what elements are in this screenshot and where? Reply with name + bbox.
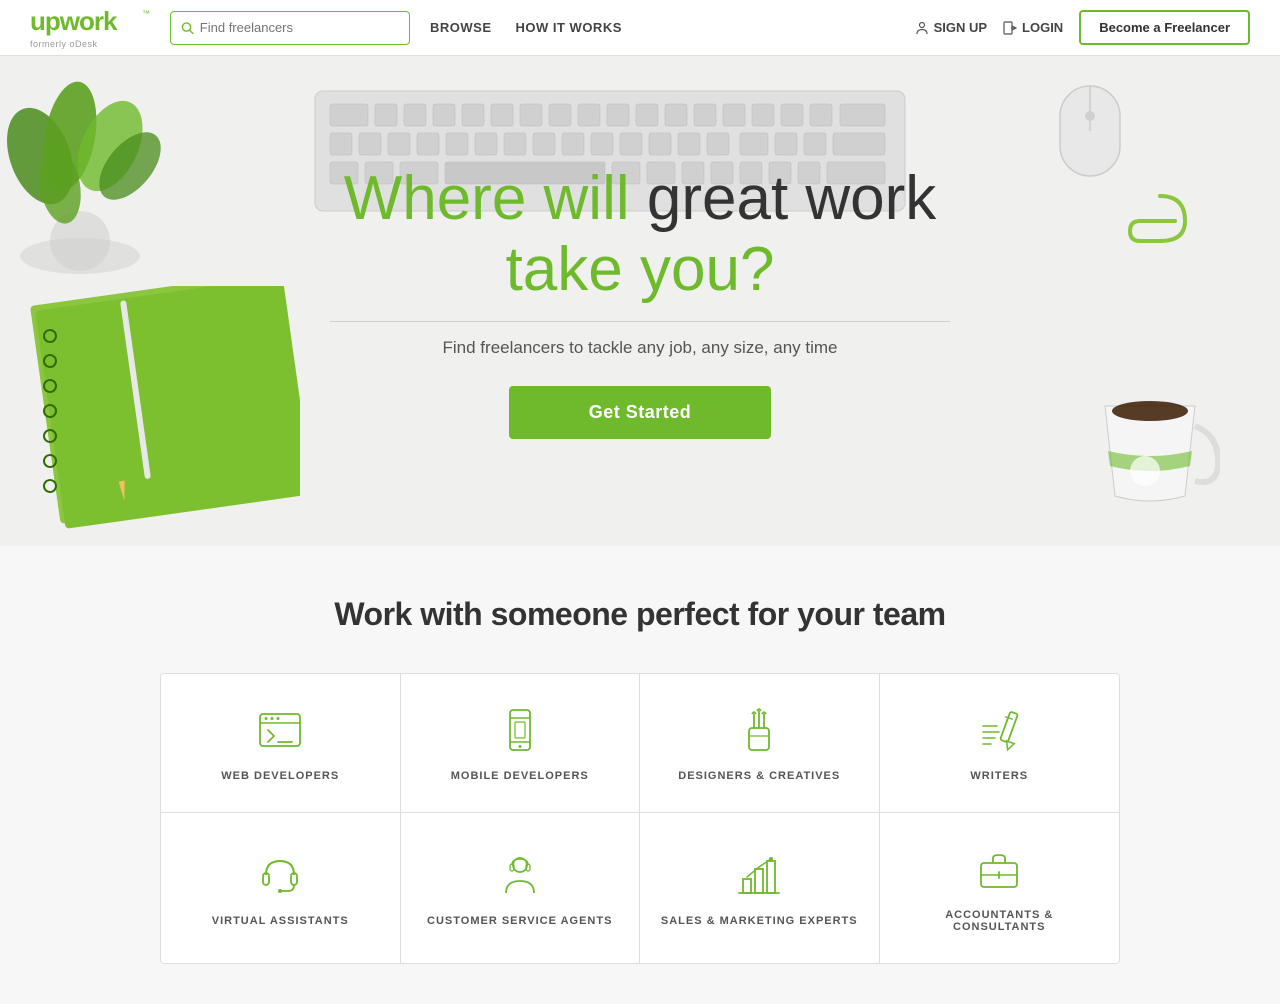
hero-divider <box>330 321 950 322</box>
search-input[interactable] <box>200 20 399 35</box>
sales-marketing-experts-label: SALES & MARKETING EXPERTS <box>661 915 858 927</box>
hero-content: Where will great work take you? Find fre… <box>310 143 970 460</box>
search-box[interactable] <box>170 11 410 45</box>
writers-icon <box>973 704 1025 756</box>
login-label: LOGIN <box>1022 20 1063 35</box>
login-button[interactable]: LOGIN <box>1003 20 1063 35</box>
hero-subtitle: Find freelancers to tackle any job, any … <box>330 338 950 358</box>
virtual-assistants-icon <box>254 849 306 901</box>
customer-service-agents-label: CUSTOMER SERVICE AGENTS <box>427 915 612 927</box>
category-writers[interactable]: WRITERS <box>880 674 1120 813</box>
category-sales-marketing-experts[interactable]: SALES & MARKETING EXPERTS <box>640 813 880 963</box>
mobile-developers-label: MOBILE DEVELOPERS <box>451 770 589 782</box>
web-developers-icon <box>254 704 306 756</box>
coffee-cup-decoration <box>1090 386 1220 526</box>
main-nav: BROWSE HOW IT WORKS <box>430 20 915 35</box>
accountants-consultants-icon <box>973 843 1025 895</box>
hero-title-part2: great work <box>647 164 936 233</box>
designers-creatives-icon <box>733 704 785 756</box>
sign-up-button[interactable]: SIGN UP <box>915 20 987 35</box>
category-web-developers[interactable]: WEB DEVELOPERS <box>161 674 401 813</box>
writers-label: WRITERS <box>970 770 1028 782</box>
category-customer-service-agents[interactable]: CUSTOMER SERVICE AGENTS <box>401 813 641 963</box>
customer-service-agents-icon <box>494 849 546 901</box>
accountants-consultants-label: ACCOUNTANTS & CONSULTANTS <box>900 909 1100 933</box>
mobile-developers-icon <box>494 704 546 756</box>
main-section: Work with someone perfect for your team … <box>0 546 1280 1004</box>
become-freelancer-button[interactable]: Become a Freelancer <box>1079 10 1250 45</box>
virtual-assistants-label: VIRTUAL ASSISTANTS <box>212 915 349 927</box>
category-accountants-consultants[interactable]: ACCOUNTANTS & CONSULTANTS <box>880 813 1120 963</box>
svg-text:™: ™ <box>142 9 150 18</box>
hero-title-part3: take you? <box>506 235 775 304</box>
header-actions: SIGN UP LOGIN Become a Freelancer <box>915 10 1250 45</box>
login-icon <box>1003 21 1017 35</box>
svg-text:upwork: upwork <box>30 6 118 36</box>
sales-marketing-experts-icon <box>733 849 785 901</box>
paperclip-decoration <box>1120 186 1200 266</box>
hero-title-part1: Where will <box>344 164 647 233</box>
search-icon <box>181 21 194 35</box>
nav-how-it-works[interactable]: HOW IT WORKS <box>516 20 622 35</box>
web-developers-label: WEB DEVELOPERS <box>221 770 339 782</box>
notebook-decoration <box>0 286 300 546</box>
designers-creatives-label: DESIGNERS & CREATIVES <box>678 770 840 782</box>
section-title: Work with someone perfect for your team <box>30 596 1250 633</box>
mouse-decoration <box>1040 76 1140 206</box>
nav-browse[interactable]: BROWSE <box>430 20 492 35</box>
logo-sub: formerly oDesk <box>30 39 150 49</box>
hero-title: Where will great work take you? <box>330 163 950 306</box>
upwork-logo-icon: upwork ™ <box>30 6 150 38</box>
plant-decoration <box>0 56 220 276</box>
categories-grid: WEB DEVELOPERS MOBILE DEVELOPERS <box>160 673 1120 964</box>
sign-up-label: SIGN UP <box>934 20 987 35</box>
category-virtual-assistants[interactable]: VIRTUAL ASSISTANTS <box>161 813 401 963</box>
logo[interactable]: upwork ™ formerly oDesk <box>30 6 150 49</box>
category-designers-creatives[interactable]: DESIGNERS & CREATIVES <box>640 674 880 813</box>
get-started-button[interactable]: Get Started <box>509 386 772 439</box>
hero-section: Where will great work take you? Find fre… <box>0 56 1280 546</box>
category-mobile-developers[interactable]: MOBILE DEVELOPERS <box>401 674 641 813</box>
user-icon <box>915 21 929 35</box>
header: upwork ™ formerly oDesk BROWSE HOW IT WO… <box>0 0 1280 56</box>
